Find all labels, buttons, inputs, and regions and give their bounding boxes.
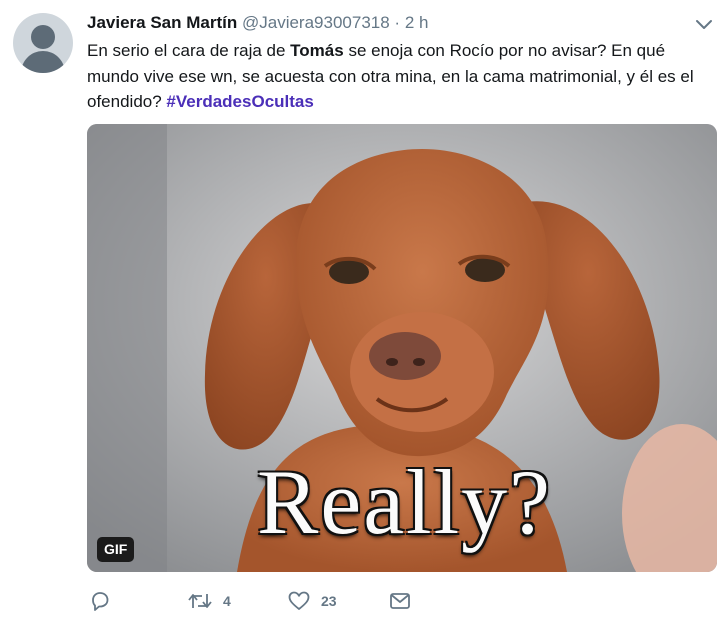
mention-bold: Tomás	[290, 41, 344, 60]
avatar-shoulders-shape	[21, 51, 65, 73]
hashtag-link[interactable]: #VerdadesOcultas	[166, 92, 313, 111]
envelope-icon	[390, 593, 410, 609]
gif-media[interactable]: Really? GIF	[87, 124, 717, 572]
avatar-head-shape	[31, 25, 55, 49]
reply-button[interactable]	[89, 588, 111, 614]
tweet-header: Javiera San Martín @Javiera93007318 · 2 …	[87, 12, 428, 34]
like-button[interactable]: 23	[287, 588, 337, 614]
heart-icon	[288, 591, 310, 610]
chevron-down-icon[interactable]	[695, 18, 713, 32]
message-button[interactable]	[388, 588, 412, 614]
author-handle[interactable]: @Javiera93007318	[242, 13, 390, 32]
gif-badge: GIF	[97, 537, 135, 562]
retweet-count: 4	[223, 593, 231, 609]
avatar[interactable]	[13, 13, 73, 73]
retweet-button[interactable]: 4	[187, 588, 231, 614]
tweet-timestamp[interactable]: 2 h	[405, 13, 429, 32]
reply-icon	[92, 592, 109, 611]
gif-caption: Really?	[257, 451, 552, 553]
tweet-text-part: En serio el cara de raja de	[87, 41, 291, 60]
author-name[interactable]: Javiera San Martín	[87, 13, 237, 32]
retweet-icon	[188, 594, 212, 608]
tweet-text: En serio el cara de raja de Tomás se eno…	[87, 38, 712, 115]
separator-dot: ·	[394, 13, 401, 32]
tweet-actions: 4 23	[87, 588, 687, 614]
like-count: 23	[321, 593, 337, 609]
